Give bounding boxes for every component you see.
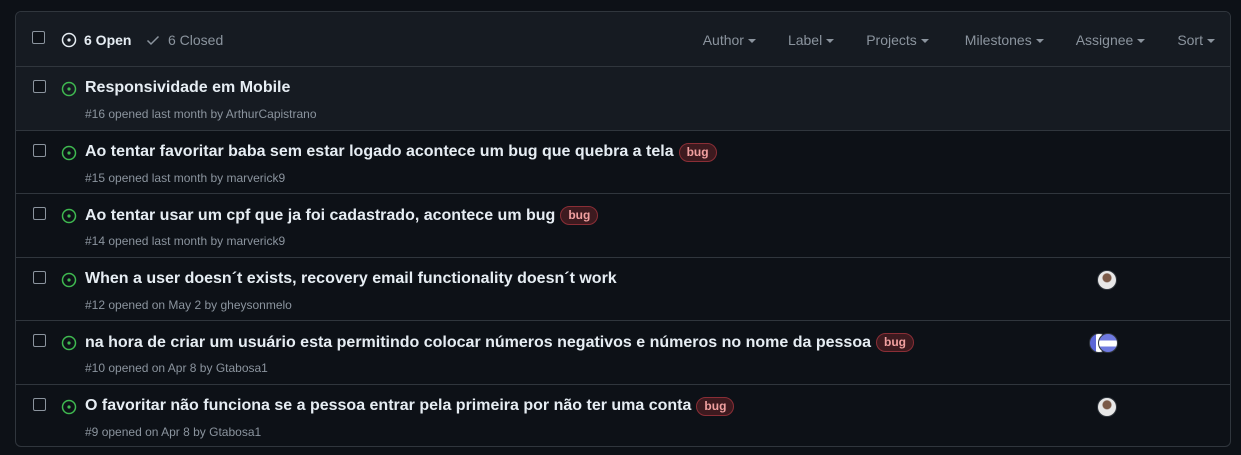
assignee-avatar[interactable] — [1098, 333, 1118, 353]
assignee-filter[interactable]: Assignee — [1076, 32, 1146, 48]
filter-bar: Author Label Projects Milestones Assigne… — [703, 30, 1215, 50]
closed-count-label: 6 Closed — [168, 32, 224, 48]
issue-author-link[interactable]: marverick9 — [226, 234, 285, 248]
sort-dropdown[interactable]: Sort — [1177, 32, 1215, 48]
caret-down-icon — [826, 39, 835, 43]
issue-meta: #9 opened on Apr 8 by Gtabosa1 — [85, 425, 261, 439]
issue-number: #15 — [85, 170, 106, 185]
issue-row[interactable]: na hora de criar um usuário esta permiti… — [16, 321, 1230, 385]
issue-meta: #16 opened last month by ArthurCapistran… — [85, 107, 317, 121]
issue-checkbox[interactable] — [33, 80, 46, 93]
issue-author-link[interactable]: gheysonmelo — [220, 298, 291, 312]
assignee-filter-label: Assignee — [1075, 32, 1134, 48]
bug-label[interactable]: bug — [696, 396, 735, 416]
label-filter[interactable]: Label — [787, 32, 835, 48]
author-filter[interactable]: Author — [703, 32, 756, 48]
issue-opened-text: opened last month by — [108, 234, 224, 248]
sort-label: Sort — [1177, 32, 1203, 48]
issue-author-link[interactable]: marverick9 — [226, 171, 285, 185]
milestones-filter[interactable]: Milestones — [965, 32, 1044, 48]
issue-row[interactable]: Ao tentar favoritar baba sem estar logad… — [16, 131, 1230, 194]
issue-number: #12 — [85, 297, 106, 312]
issue-opened-text: opened on May 2 by — [108, 297, 218, 312]
issue-opened-icon — [61, 272, 77, 287]
issue-title-line: na hora de criar um usuário esta permiti… — [85, 333, 914, 352]
issue-opened-icon — [61, 399, 77, 414]
issue-checkbox[interactable] — [33, 143, 46, 157]
projects-filter-label: Projects — [866, 32, 917, 48]
assignee-avatar[interactable] — [1097, 269, 1117, 290]
issue-opened-text: opened on Apr 8 by — [101, 424, 206, 439]
caret-down-icon — [747, 39, 756, 43]
issue-number: #9 — [85, 424, 99, 439]
issue-title-line: Responsividade em Mobile — [85, 79, 290, 97]
issue-title-line: When a user doesn´t exists, recovery ema… — [85, 270, 617, 288]
issue-author-link[interactable]: Gtabosa1 — [216, 361, 268, 375]
issue-title-line: O favoritar não funciona se a pessoa ent… — [85, 396, 735, 416]
issue-title-link[interactable]: O favoritar não funciona se a pessoa ent… — [85, 397, 691, 415]
issue-opened-icon — [61, 81, 77, 97]
caret-down-icon — [1035, 39, 1044, 43]
issue-meta: #12 opened on May 2 by gheysonmelo — [85, 298, 292, 312]
issue-row[interactable]: O favoritar não funciona se a pessoa ent… — [16, 385, 1230, 447]
issue-opened-icon — [61, 32, 77, 48]
bug-label[interactable]: bug — [875, 333, 914, 352]
caret-down-icon — [1137, 39, 1146, 43]
issue-meta: #14 opened last month by marverick9 — [85, 234, 285, 248]
issue-title-line: Ao tentar favoritar baba sem estar logad… — [85, 142, 717, 162]
select-all-checkbox[interactable] — [32, 31, 45, 44]
issue-author-link[interactable]: Gtabosa1 — [209, 425, 261, 439]
bug-label[interactable]: bug — [560, 206, 599, 225]
issue-checkbox[interactable] — [33, 334, 46, 347]
closed-issues-toggle[interactable]: 6 Closed — [145, 30, 223, 50]
issue-opened-icon — [61, 208, 77, 224]
issue-meta: #15 opened last month by marverick9 — [85, 171, 285, 185]
projects-filter[interactable]: Projects — [866, 32, 929, 48]
issue-checkbox[interactable] — [33, 397, 46, 411]
issue-opened-icon — [61, 145, 77, 160]
issue-title-link[interactable]: na hora de criar um usuário esta permiti… — [85, 334, 871, 352]
milestones-filter-label: Milestones — [964, 32, 1032, 48]
check-icon — [146, 35, 160, 46]
issue-number: #16 — [85, 107, 106, 121]
issue-opened-icon — [61, 335, 77, 351]
issue-title-link[interactable]: When a user doesn´t exists, recovery ema… — [85, 270, 617, 288]
issue-row[interactable]: Ao tentar usar um cpf que ja foi cadastr… — [16, 194, 1230, 258]
issue-row[interactable]: When a user doesn´t exists, recovery ema… — [16, 258, 1230, 321]
issue-checkbox[interactable] — [33, 207, 46, 220]
open-count-label: 6 Open — [84, 32, 132, 48]
issue-title-link[interactable]: Ao tentar usar um cpf que ja foi cadastr… — [85, 207, 555, 225]
caret-down-icon — [920, 39, 929, 43]
issue-title-link[interactable]: Responsividade em Mobile — [85, 79, 290, 97]
issue-row[interactable]: Responsividade em Mobile #16 opened last… — [16, 67, 1230, 131]
open-issues-toggle[interactable]: 6 Open — [61, 30, 131, 50]
caret-down-icon — [1207, 39, 1215, 43]
issue-number: #10 — [85, 361, 106, 375]
issue-author-link[interactable]: ArthurCapistrano — [226, 107, 317, 121]
issue-opened-text: opened last month by — [108, 107, 224, 121]
issue-title-line: Ao tentar usar um cpf que ja foi cadastr… — [85, 206, 599, 225]
issue-opened-text: opened on Apr 8 by — [108, 361, 213, 375]
issue-meta: #10 opened on Apr 8 by Gtabosa1 — [85, 361, 268, 375]
issue-checkbox[interactable] — [33, 270, 46, 284]
issue-number: #14 — [85, 234, 106, 248]
issues-list-box: 6 Open 6 Closed Author Label Projects Mi… — [15, 11, 1231, 447]
issue-title-link[interactable]: Ao tentar favoritar baba sem estar logad… — [85, 143, 674, 161]
author-filter-label: Author — [702, 32, 744, 48]
assignee-avatar[interactable] — [1097, 396, 1117, 417]
bug-label[interactable]: bug — [678, 142, 717, 162]
label-filter-label: Label — [787, 32, 823, 48]
issue-opened-text: opened last month by — [108, 170, 224, 185]
issues-list-header: 6 Open 6 Closed Author Label Projects Mi… — [16, 12, 1230, 67]
